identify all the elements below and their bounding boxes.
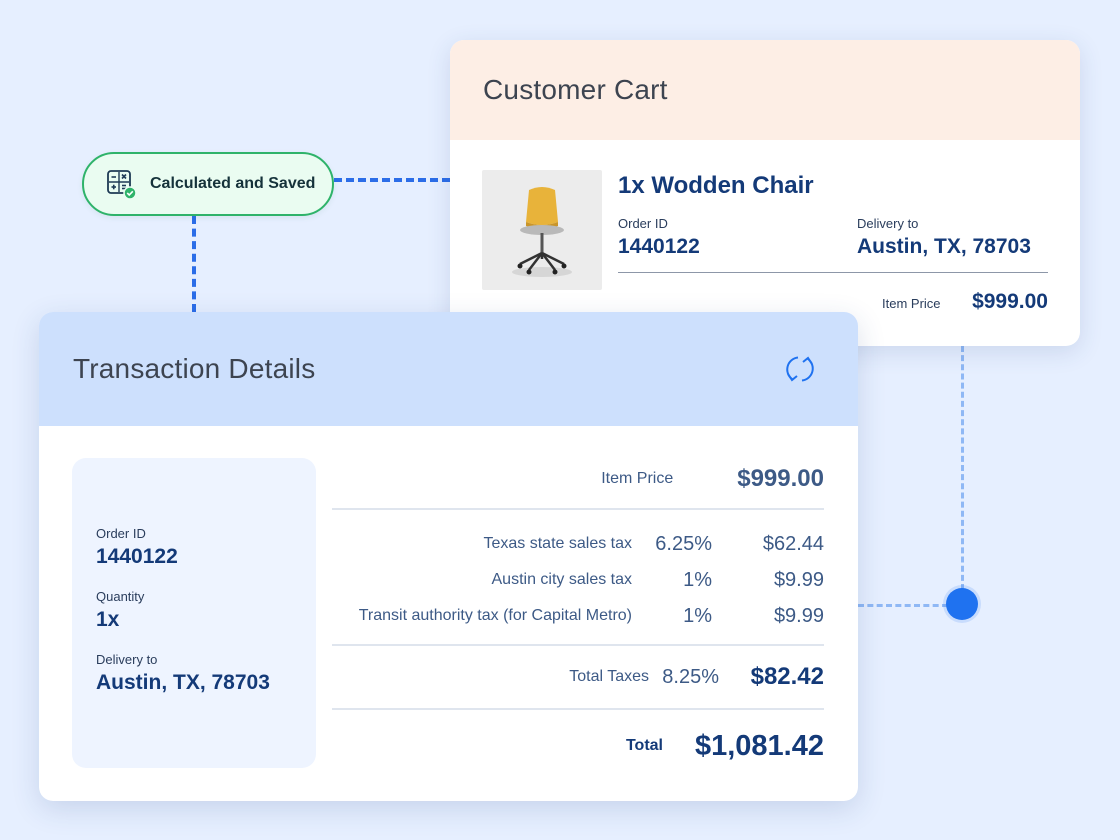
tax-amount: $62.44 — [762, 532, 824, 555]
tax-row: Austin city sales tax 1% $9.99 — [332, 562, 825, 598]
tax-row: Transit authority tax (for Capital Metro… — [332, 598, 824, 634]
connector-badge-to-cart — [334, 178, 450, 182]
connection-node[interactable] — [946, 588, 978, 620]
chair-icon — [512, 187, 572, 277]
cart-order-id-value: 1440122 — [618, 235, 700, 258]
total-taxes-rate: 8.25% — [662, 665, 719, 688]
customer-cart-card: Customer Cart 1x Wodden Chair Order ID 1… — [450, 40, 1080, 346]
transaction-title: Transaction Details — [73, 353, 316, 384]
item-price-label: Item Price — [601, 470, 674, 487]
transaction-details-card: Transaction Details Order ID 1440122 Qua… — [39, 312, 858, 801]
tax-amount: $9.99 — [773, 604, 824, 627]
product-name: 1x Wodden Chair — [618, 172, 814, 199]
cart-order-id-label: Order ID — [618, 216, 668, 231]
side-delivery-value: Austin, TX, 78703 — [96, 671, 270, 694]
tax-rate: 6.25% — [655, 532, 712, 555]
tax-amount: $9.99 — [773, 568, 824, 591]
side-quantity-label: Quantity — [96, 589, 145, 604]
cart-item-price-label: Item Price — [882, 296, 941, 311]
tax-rate: 1% — [683, 568, 712, 591]
transaction-header: Transaction Details — [39, 312, 858, 426]
cart-header: Customer Cart — [450, 40, 1080, 140]
side-delivery-label: Delivery to — [96, 652, 158, 667]
cart-delivery-value: Austin, TX, 78703 — [857, 235, 1031, 258]
order-summary-panel: Order ID 1440122 Quantity 1x Delivery to… — [72, 458, 316, 768]
side-order-id-value: 1440122 — [96, 545, 178, 568]
badge-label: Calculated and Saved — [150, 175, 316, 192]
side-quantity: Quantity 1x — [96, 589, 316, 632]
product-image — [482, 170, 602, 290]
total-amount: $1,081.42 — [694, 729, 824, 762]
side-order-id: Order ID 1440122 — [96, 526, 316, 569]
tax-list: Texas state sales tax 6.25% $62.44 Austi… — [332, 526, 824, 634]
price-breakdown: Item Price $999.00 Texas state sales tax… — [332, 462, 824, 782]
total-taxes-amount: $82.42 — [750, 663, 824, 690]
cart-delivery: Delivery to Austin, TX, 78703 — [857, 216, 1031, 259]
transaction-body: Order ID 1440122 Quantity 1x Delivery to… — [39, 426, 858, 801]
tax-label: Texas state sales tax — [483, 535, 632, 552]
divider — [332, 508, 824, 510]
cart-title: Customer Cart — [483, 74, 668, 105]
cart-item-price-value: $999.00 — [972, 290, 1048, 313]
total-taxes-label: Total Taxes — [569, 668, 649, 685]
total-taxes-row: Total Taxes 8.25% $82.42 — [332, 646, 824, 708]
tax-row: Texas state sales tax 6.25% $62.44 — [332, 526, 824, 562]
side-order-id-label: Order ID — [96, 526, 146, 541]
connector-transaction-to-dot — [858, 604, 948, 607]
side-quantity-value: 1x — [96, 608, 120, 631]
cart-divider — [618, 272, 1048, 273]
status-badge: Calculated and Saved — [82, 152, 334, 216]
connector-badge-to-transaction — [192, 216, 196, 312]
cart-order-id: Order ID 1440122 — [618, 216, 700, 259]
cart-delivery-label: Delivery to — [857, 216, 919, 231]
calculator-check-icon — [106, 169, 137, 200]
total-row: Total $1,081.42 — [332, 710, 824, 782]
tax-label: Austin city sales tax — [491, 571, 633, 588]
side-delivery: Delivery to Austin, TX, 78703 — [96, 652, 316, 695]
total-label: Total — [625, 737, 663, 754]
tax-label: Transit authority tax (for Capital Metro… — [358, 607, 632, 624]
refresh-button[interactable] — [780, 349, 820, 389]
connector-cart-to-dot — [961, 346, 964, 590]
refresh-icon — [786, 356, 814, 382]
item-price-row: Item Price $999.00 — [332, 462, 824, 496]
tax-rate: 1% — [683, 604, 712, 627]
item-price-value: $999.00 — [737, 465, 824, 492]
